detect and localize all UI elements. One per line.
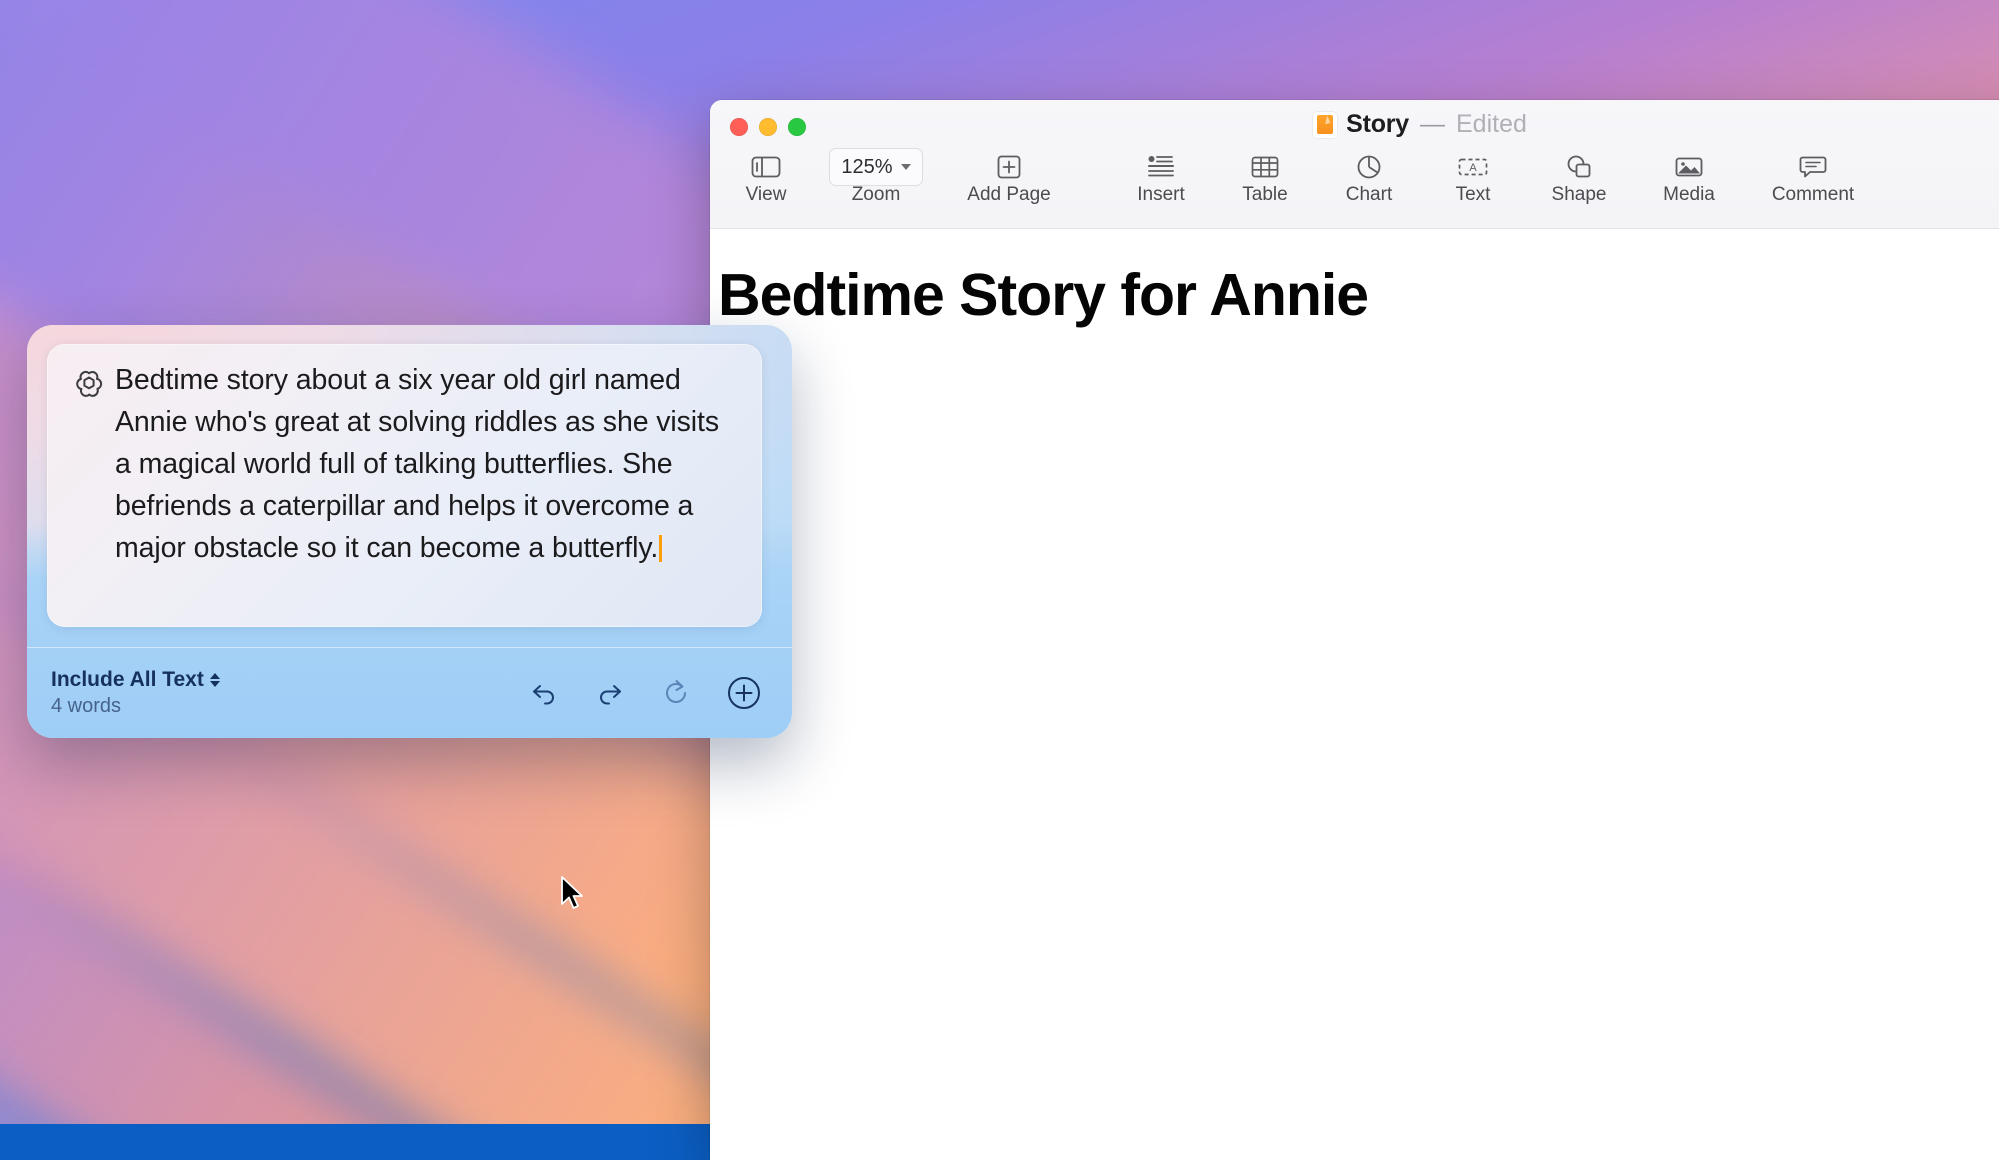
popover-footer-actions: [524, 671, 766, 715]
toolbar-item-text[interactable]: A Text: [1430, 146, 1516, 206]
toolbar-item-shape[interactable]: Shape: [1534, 146, 1624, 206]
maximize-button[interactable]: [788, 118, 806, 136]
streaming-caret: [659, 535, 662, 562]
comment-icon: [1799, 148, 1827, 186]
toolbar-item-insert[interactable]: Insert: [1118, 146, 1204, 206]
photo-icon: [1675, 148, 1703, 186]
title-separator: —: [1420, 110, 1445, 139]
traffic-light-group: [730, 118, 806, 136]
table-icon: [1251, 148, 1279, 186]
minimize-button[interactable]: [759, 118, 777, 136]
undo-button[interactable]: [524, 673, 564, 713]
window-title[interactable]: Story: [1346, 110, 1409, 139]
document-heading[interactable]: Bedtime Story for Annie: [710, 261, 1930, 329]
toolbar-label-add-page: Add Page: [967, 184, 1050, 206]
toolbar-item-table[interactable]: Table: [1222, 146, 1308, 206]
toolbar-label-text: Text: [1456, 184, 1491, 206]
pages-window: Story — Edited View 125%: [710, 100, 1999, 1160]
toolbar-label-view: View: [746, 184, 787, 206]
sidebar-icon: [751, 148, 781, 186]
insert-icon: [1147, 148, 1175, 186]
document-title-group: Story — Edited: [710, 110, 1999, 139]
popover-footer-left: Include All Text 4 words: [51, 668, 220, 718]
assistant-response-body: Bedtime story about a six year old girl …: [115, 364, 719, 564]
toolbar-label-media: Media: [1663, 184, 1715, 206]
toolbar-label-zoom: Zoom: [852, 184, 901, 206]
chevron-updown-icon: [210, 673, 220, 687]
zoom-pill[interactable]: 125%: [829, 148, 922, 186]
openai-logo-icon: [73, 368, 105, 400]
toolbar-label-chart: Chart: [1346, 184, 1392, 206]
window-titlebar: Story — Edited View 125%: [710, 100, 1999, 228]
writing-tools-popover: Bedtime story about a six year old girl …: [27, 325, 792, 738]
word-count-label: 4 words: [51, 695, 220, 718]
toolbar-item-view[interactable]: View: [734, 146, 798, 206]
toolbar-item-comment[interactable]: Comment: [1754, 146, 1872, 206]
assistant-response-card: Bedtime story about a six year old girl …: [47, 344, 762, 627]
toolbar-label-insert: Insert: [1137, 184, 1185, 206]
include-all-text-menu[interactable]: Include All Text: [51, 668, 220, 692]
include-all-text-label: Include All Text: [51, 668, 204, 692]
popover-footer: Include All Text 4 words: [27, 648, 792, 738]
regenerate-button[interactable]: [656, 673, 696, 713]
svg-text:A: A: [1469, 162, 1477, 174]
shapes-icon: [1565, 148, 1593, 186]
plus-square-icon: [996, 148, 1022, 186]
pie-chart-icon: [1356, 148, 1382, 186]
toolbar-item-media[interactable]: Media: [1642, 146, 1736, 206]
toolbar-item-chart[interactable]: Chart: [1326, 146, 1412, 206]
toolbar-label-table: Table: [1242, 184, 1287, 206]
toolbar-item-zoom[interactable]: 125% Zoom: [816, 146, 936, 206]
window-toolbar: View 125% Zoom Add Page: [710, 146, 1999, 228]
redo-button[interactable]: [590, 673, 630, 713]
document-edited-status: Edited: [1456, 110, 1527, 139]
assistant-response-text: Bedtime story about a six year old girl …: [115, 359, 740, 569]
toolbar-label-comment: Comment: [1772, 184, 1854, 206]
chevron-down-icon: [901, 164, 911, 170]
zoom-value: 125%: [841, 156, 892, 179]
toolbar-label-shape: Shape: [1552, 184, 1607, 206]
mouse-cursor: [560, 876, 588, 914]
pages-document-icon: [1313, 112, 1337, 138]
zoom-control[interactable]: 125%: [829, 148, 922, 186]
toolbar-item-add-page[interactable]: Add Page: [954, 146, 1064, 206]
close-button[interactable]: [730, 118, 748, 136]
document-canvas[interactable]: Bedtime Story for Annie: [710, 229, 1999, 1160]
plus-circle-icon[interactable]: [722, 671, 766, 715]
text-box-icon: A: [1458, 148, 1488, 186]
